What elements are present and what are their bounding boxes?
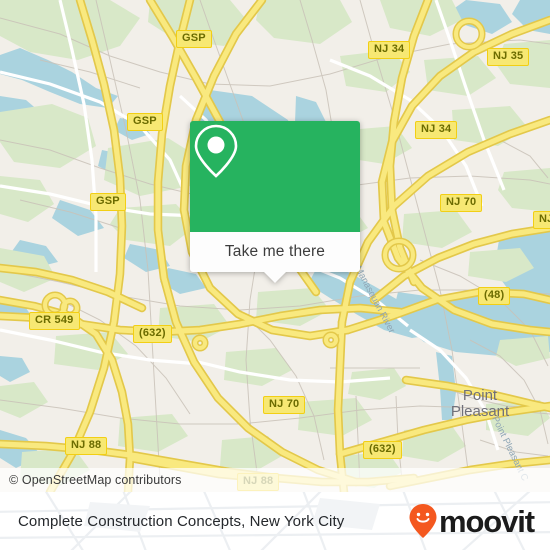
road-shield-cr-549: CR 549 [29, 312, 80, 330]
road-shield-nj-70: NJ 70 [440, 194, 483, 212]
popup-tail [264, 272, 286, 283]
road-shield-label: (632) [369, 443, 396, 455]
moovit-wordmark: moovit [438, 503, 535, 539]
road-shield-gsp: GSP [176, 30, 212, 48]
popup-action-area[interactable]: Take me there [190, 232, 360, 283]
road-shield-label: NJ 88 [71, 439, 102, 451]
moovit-brand[interactable]: moovit [408, 503, 535, 539]
road-shield-gsp: GSP [90, 193, 126, 211]
road-shield-label: NJ 34 [374, 43, 405, 55]
page-footer: Complete Construction Concepts, New York… [0, 492, 550, 550]
moovit-map-page: Manasquan River Point Pleasant C Point P… [0, 0, 550, 550]
place-label-point: Point [463, 387, 498, 404]
attribution-text: © OpenStreetMap contributors [9, 473, 182, 487]
place-label-pleasant: Pleasant [451, 403, 510, 420]
road-shield-label: NJ 70 [269, 398, 300, 410]
road-shield-label: CR 549 [35, 314, 74, 326]
road-shield-label: NJ 35 [493, 50, 524, 62]
moovit-pin-smiley-icon [409, 504, 437, 538]
road-shield-label: GSP [133, 115, 157, 127]
road-shield-nj-35: NJ 35 [487, 48, 530, 66]
road-shield-nj-34: NJ 34 [415, 121, 458, 139]
road-shield-label: (632) [139, 327, 166, 339]
road-shield--632-: (632) [133, 325, 172, 343]
road-shield--632-: (632) [363, 441, 402, 459]
road-shield-nj-34: NJ 34 [368, 41, 411, 59]
map-canvas[interactable]: Manasquan River Point Pleasant C Point P… [0, 0, 550, 492]
road-shield-nj-88: NJ 88 [65, 437, 108, 455]
road-shield-label: NJ 35 [539, 213, 550, 225]
road-shield-nj-35: NJ 35 [533, 211, 550, 229]
road-shield-label: NJ 34 [421, 123, 452, 135]
location-title: Complete Construction Concepts, New York… [18, 512, 345, 530]
road-shield-nj-70: NJ 70 [263, 396, 306, 414]
map-pin-icon [194, 124, 238, 178]
road-shield-gsp: GSP [127, 113, 163, 131]
road-shield-label: (48) [484, 289, 505, 301]
road-shield-label: GSP [96, 195, 120, 207]
map-attribution: © OpenStreetMap contributors [0, 468, 550, 492]
road-shield--48-: (48) [478, 287, 511, 305]
popup-icon-area [190, 121, 360, 232]
take-me-there-label: Take me there [224, 243, 326, 260]
location-popup-card[interactable]: Take me there [190, 121, 360, 283]
road-shield-label: GSP [182, 32, 206, 44]
road-shield-label: NJ 70 [446, 196, 477, 208]
